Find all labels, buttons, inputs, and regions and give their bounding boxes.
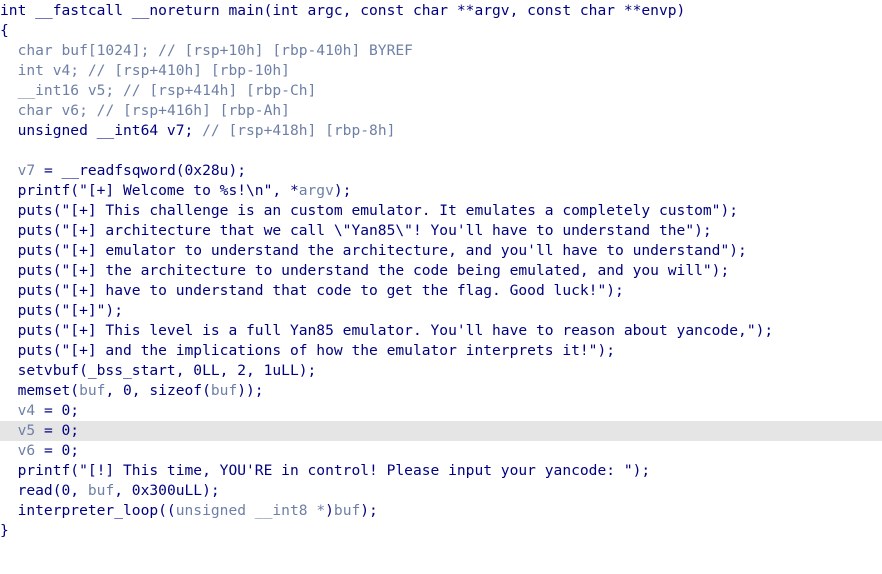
code-line[interactable]: v7 = __readfsqword(0x28u); — [0, 161, 882, 181]
code-line[interactable]: memset(buf, 0, sizeof(buf)); — [0, 381, 882, 401]
code-text: ); — [333, 182, 352, 199]
code-text: puts("[+] have to understand that code t… — [0, 282, 624, 299]
code-text: ); — [360, 502, 378, 519]
code-line[interactable]: puts("[+] This level is a full Yan85 emu… — [0, 321, 882, 341]
code-line[interactable]: printf("[+] Welcome to %s!\n", *argv); — [0, 181, 882, 201]
code-text: , 0, sizeof( — [105, 382, 211, 399]
code-variable: unsigned __int8 * — [175, 502, 326, 519]
code-text: printf("[+] Welcome to %s!\n", * — [0, 182, 299, 199]
code-text: interpreter_loop(( — [0, 502, 176, 519]
code-variable: int v4; — [0, 62, 88, 79]
code-comment: // [rsp+10h] [rbp-410h] BYREF — [158, 42, 413, 59]
code-text: ) — [325, 502, 334, 519]
code-comment: // [rsp+414h] [rbp-Ch] — [123, 82, 317, 99]
code-text: = 0; — [35, 442, 80, 459]
code-line[interactable]: v4 = 0; — [0, 401, 882, 421]
code-variable: v4 — [0, 402, 36, 419]
code-line[interactable]: int v4; // [rsp+410h] [rbp-10h] — [0, 61, 882, 81]
code-text: printf("[!] This time, YOU'RE in control… — [0, 462, 651, 479]
code-text: unsigned __int64 v7; — [0, 122, 203, 139]
code-line[interactable]: } — [0, 521, 882, 541]
code-line[interactable]: puts("[+] and the implications of how th… — [0, 341, 882, 361]
code-text: puts("[+] and the implications of how th… — [0, 342, 616, 359]
code-line[interactable]: puts("[+] This challenge is an custom em… — [0, 201, 882, 221]
code-variable: __int16 v5; — [0, 82, 124, 99]
code-variable: buf — [79, 382, 106, 399]
code-text: puts("[+] architecture that we call \"Ya… — [0, 222, 712, 239]
code-variable: char v6; — [0, 102, 97, 119]
code-line[interactable]: char v6; // [rsp+416h] [rbp-Ah] — [0, 101, 882, 121]
code-line[interactable]: int __fastcall __noreturn main(int argc,… — [0, 1, 882, 21]
code-variable: v5 — [0, 422, 36, 439]
code-line[interactable]: printf("[!] This time, YOU'RE in control… — [0, 461, 882, 481]
code-line[interactable]: char buf[1024]; // [rsp+10h] [rbp-410h] … — [0, 41, 882, 61]
code-text: )); — [237, 382, 264, 399]
code-comment: // [rsp+416h] [rbp-Ah] — [96, 102, 290, 119]
code-line[interactable]: __int16 v5; // [rsp+414h] [rbp-Ch] — [0, 81, 882, 101]
code-variable: char buf[1024]; — [0, 42, 159, 59]
code-line[interactable]: setvbuf(_bss_start, 0LL, 2, 1uLL); — [0, 361, 882, 381]
code-text: puts("[+] This challenge is an custom em… — [0, 202, 739, 219]
code-variable: buf — [87, 482, 115, 499]
code-text: puts("[+]"); — [0, 302, 124, 319]
code-text: puts("[+] emulator to understand the arc… — [0, 242, 747, 259]
code-text: memset( — [0, 382, 80, 399]
code-text: = 0; — [35, 402, 80, 419]
code-text: { — [0, 22, 9, 39]
code-line[interactable]: unsigned __int64 v7; // [rsp+418h] [rbp-… — [0, 121, 882, 141]
code-line[interactable]: v6 = 0; — [0, 441, 882, 461]
code-text: } — [0, 522, 9, 539]
code-line[interactable]: { — [0, 21, 882, 41]
code-text: setvbuf(_bss_start, 0LL, 2, 1uLL); — [0, 362, 317, 379]
code-line-highlighted[interactable]: v5 = 0; — [0, 421, 882, 441]
code-variable: buf — [210, 382, 238, 399]
code-variable: argv — [298, 182, 334, 199]
code-line[interactable]: read(0, buf, 0x300uLL); — [0, 481, 882, 501]
code-line[interactable] — [0, 141, 882, 161]
code-comment: // [rsp+410h] [rbp-10h] — [87, 62, 290, 79]
code-line[interactable]: interpreter_loop((unsigned __int8 *)buf)… — [0, 501, 882, 521]
code-line[interactable]: puts("[+] have to understand that code t… — [0, 281, 882, 301]
code-line[interactable]: puts("[+] emulator to understand the arc… — [0, 241, 882, 261]
code-text: read(0, — [0, 482, 88, 499]
code-variable: buf — [333, 502, 361, 519]
code-text: , 0x300uLL); — [114, 482, 220, 499]
code-text: puts("[+] the architecture to understand… — [0, 262, 730, 279]
code-line[interactable]: puts("[+]"); — [0, 301, 882, 321]
code-line[interactable]: puts("[+] the architecture to understand… — [0, 261, 882, 281]
code-line[interactable]: puts("[+] architecture that we call \"Ya… — [0, 221, 882, 241]
code-text: int __fastcall __noreturn main(int argc,… — [0, 2, 686, 19]
code-text: = __readfsqword(0x28u); — [35, 162, 247, 179]
code-variable: v6 — [0, 442, 36, 459]
code-comment: // [rsp+418h] [rbp-8h] — [202, 122, 396, 139]
code-text: puts("[+] This level is a full Yan85 emu… — [0, 322, 774, 339]
pseudocode-view[interactable]: int __fastcall __noreturn main(int argc,… — [0, 0, 882, 574]
code-text: = 0; — [35, 422, 80, 439]
code-variable: v7 — [0, 162, 36, 179]
